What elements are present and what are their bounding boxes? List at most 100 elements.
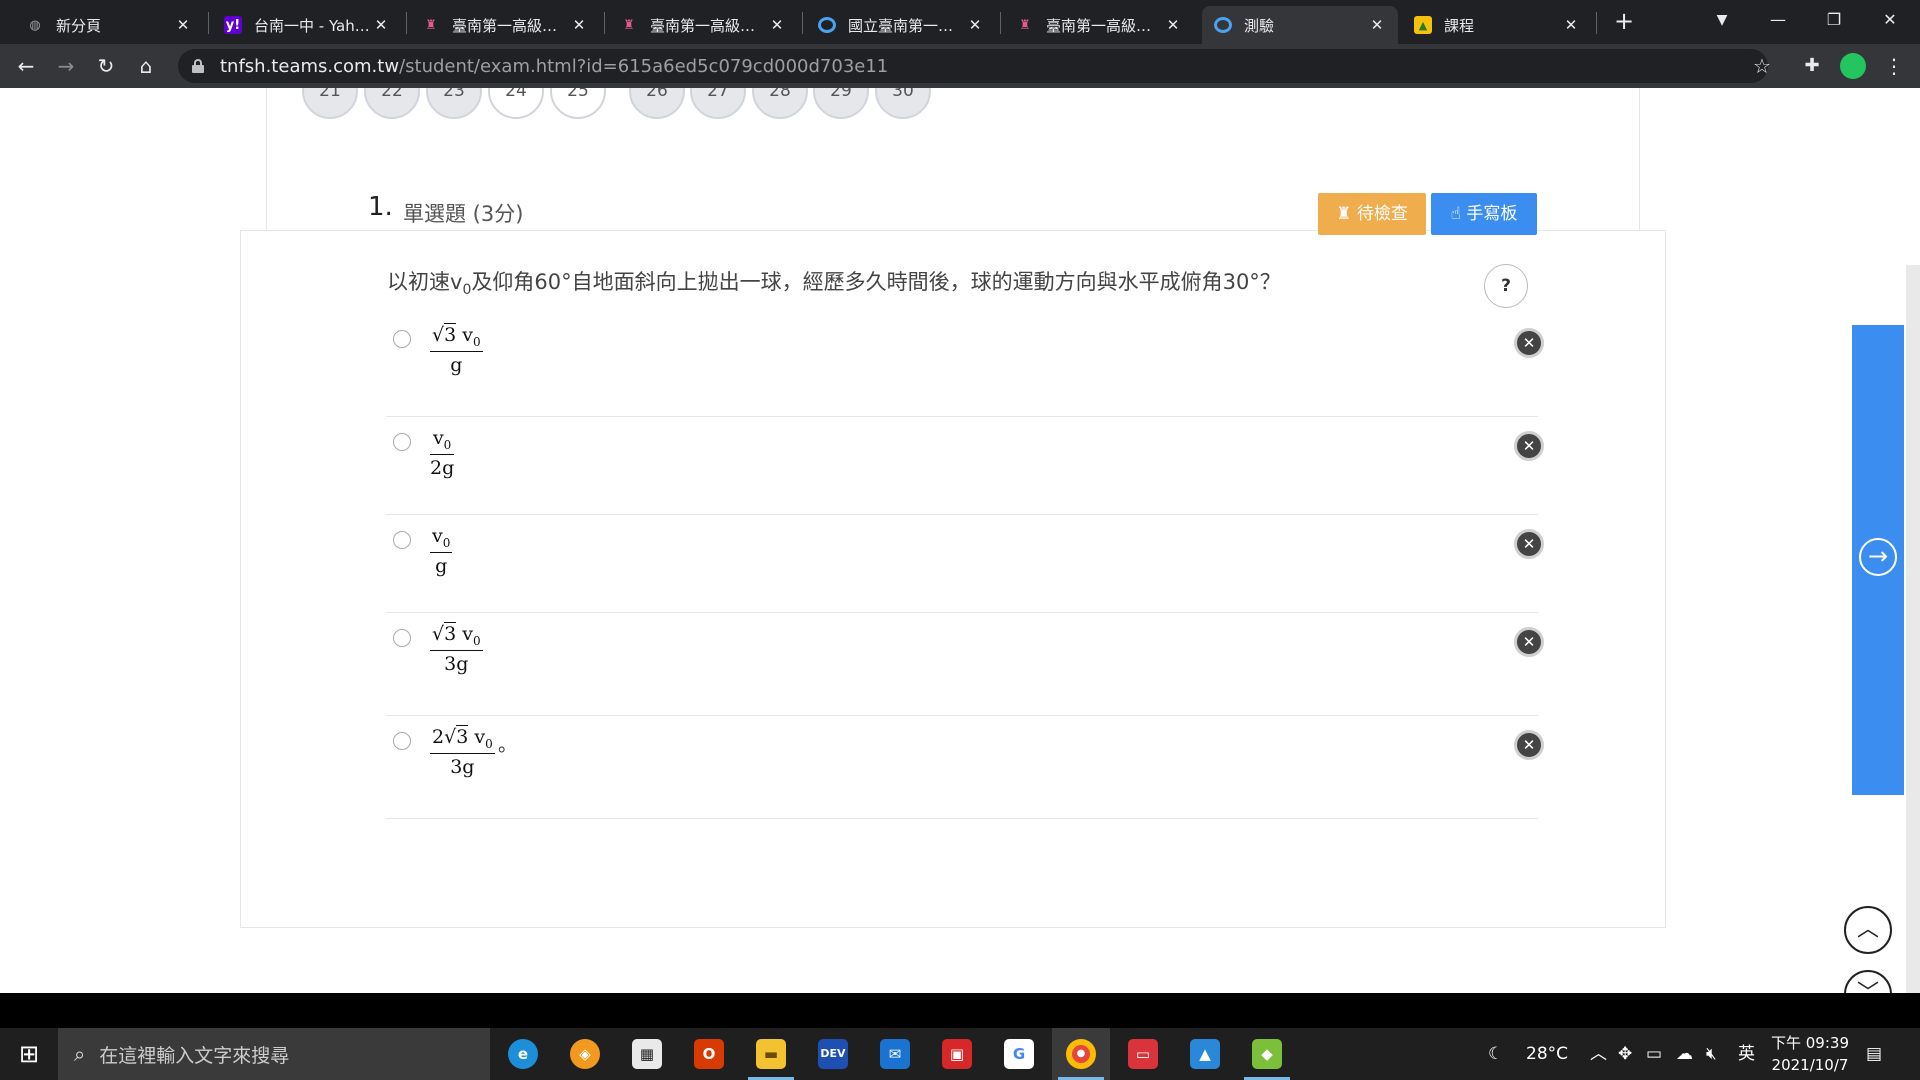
radicand: 3	[456, 725, 469, 748]
close-icon[interactable]: ✕	[174, 16, 192, 34]
dropbox-icon[interactable]: ✥	[1618, 1028, 1632, 1080]
tab-school-3[interactable]: ♜ 臺南第一高級中學 ✕	[1004, 6, 1194, 44]
answer-option-1[interactable]: √3 v0 g ✕	[386, 318, 1544, 417]
tab-separator	[1596, 12, 1597, 34]
system-clock[interactable]: 下午 09:39 2021/10/7	[1766, 1032, 1854, 1076]
close-icon[interactable]: ✕	[768, 16, 786, 34]
close-icon[interactable]: ✕	[1164, 16, 1182, 34]
option-radio[interactable]	[393, 330, 411, 348]
pending-check-button[interactable]: ♜ 待檢查	[1318, 193, 1426, 235]
address-bar[interactable]: tnfsh.teams.com.tw/student/exam.html?id=…	[178, 49, 1768, 83]
file-explorer-icon[interactable]: ▬	[742, 1028, 800, 1080]
eliminate-option-icon[interactable]: ✕	[1514, 431, 1544, 461]
scroll-down-button[interactable]: ﹀	[1844, 970, 1892, 993]
close-icon[interactable]: ✕	[966, 16, 984, 34]
answer-option-3[interactable]: v0 g ✕	[386, 515, 1544, 613]
office-icon[interactable]: O	[680, 1028, 738, 1080]
window-close-button[interactable]: ✕	[1862, 0, 1918, 40]
coef: 2	[432, 726, 445, 748]
page-scrollbar[interactable]	[1906, 265, 1920, 993]
photos-icon[interactable]: ▲	[1176, 1028, 1234, 1080]
new-tab-button[interactable]: +	[1610, 6, 1638, 36]
windows-taskbar: ⊞ ⌕ 在這裡輸入文字來搜尋 e ◈ ▦ O ▬ DEV ✉ ▣ G ● ▭ ▲…	[0, 1028, 1920, 1080]
home-icon[interactable]: ⌂	[130, 50, 162, 82]
layers-app-icon[interactable]: ◆	[1238, 1028, 1296, 1080]
url-host: tnfsh.teams.com.tw	[220, 55, 400, 77]
weather-moon-icon[interactable]: ☾	[1488, 1028, 1503, 1080]
gift-app-icon[interactable]: ▣	[928, 1028, 986, 1080]
close-icon[interactable]: ✕	[1562, 16, 1580, 34]
bookmark-star-icon[interactable]: ☆	[1746, 50, 1778, 82]
help-button[interactable]: ?	[1484, 264, 1528, 308]
denominator: 2g	[430, 456, 455, 479]
close-icon[interactable]: ✕	[372, 16, 390, 34]
answer-option-4[interactable]: √3 v0 3g ✕	[386, 613, 1544, 716]
close-icon[interactable]: ✕	[1368, 16, 1386, 34]
eliminate-option-icon[interactable]: ✕	[1514, 627, 1544, 657]
battery-icon[interactable]: ▭	[1646, 1028, 1662, 1080]
tab-title: 臺南第一高級中學	[650, 16, 768, 35]
ime-indicator[interactable]: 英	[1738, 1028, 1755, 1080]
option-radio[interactable]	[393, 433, 411, 451]
eliminate-option-icon[interactable]: ✕	[1514, 529, 1544, 559]
mail-icon[interactable]: ✉	[866, 1028, 924, 1080]
store-icon[interactable]: ▦	[618, 1028, 676, 1080]
onedrive-cloud-icon[interactable]: ☁	[1676, 1028, 1693, 1080]
menu-kebab-icon[interactable]: ⋮	[1878, 50, 1910, 82]
tray-expand-icon[interactable]: ︿	[1590, 1028, 1607, 1080]
tab-search-icon[interactable]: ▼	[1694, 0, 1750, 40]
taskbar-search-box[interactable]: ⌕ 在這裡輸入文字來搜尋	[58, 1028, 490, 1080]
close-icon[interactable]: ✕	[570, 16, 588, 34]
dev-app-icon[interactable]: DEV	[804, 1028, 862, 1080]
variable-subscript: 0	[472, 334, 481, 349]
edge-icon[interactable]: e	[494, 1028, 552, 1080]
profile-avatar[interactable]	[1840, 53, 1866, 79]
tab-title: 新分頁	[56, 16, 102, 35]
handwriting-pad-button[interactable]: ☝ 手寫板	[1431, 193, 1537, 235]
scroll-up-button[interactable]: ︿	[1844, 906, 1892, 954]
next-arrow-icon[interactable]: →	[1859, 538, 1897, 576]
vpn-shield-icon[interactable]: ◈	[556, 1028, 614, 1080]
restore-button[interactable]: ❐	[1806, 0, 1862, 40]
eliminate-option-icon[interactable]: ✕	[1514, 328, 1544, 358]
search-icon: ⌕	[74, 1042, 86, 1066]
tab-yahoo[interactable]: y! 台南一中 - Yahoo ✕	[212, 6, 402, 44]
variable: v	[462, 623, 473, 645]
minimize-button[interactable]: —	[1750, 0, 1806, 40]
back-arrow-icon[interactable]: ←	[10, 50, 42, 82]
browser-tab-strip: ◍ 新分頁 ✕ y! 台南一中 - Yahoo ✕ ♜ 臺南第一高級中學 ✕ ♜…	[0, 0, 1920, 44]
course-icon: ▲	[1414, 16, 1432, 34]
stem-before: 以初速v	[387, 270, 463, 294]
presentation-app-icon[interactable]: ▭	[1114, 1028, 1172, 1080]
windows-start-icon[interactable]: ⊞	[0, 1028, 58, 1080]
weather-temperature[interactable]: 28°C	[1526, 1028, 1568, 1080]
radicand: 3	[444, 323, 457, 346]
tab-separator	[604, 12, 605, 34]
option-formula: 2√3 v0 3g	[430, 725, 495, 778]
answer-option-5[interactable]: 2√3 v0 3g 。 ✕	[386, 716, 1544, 819]
tab-school-1[interactable]: ♜ 臺南第一高級中學 ✕	[410, 6, 600, 44]
tab-teams-1[interactable]: 國立臺南第一高級 ✕	[806, 6, 996, 44]
tab-course[interactable]: ▲ 課程 ✕	[1402, 6, 1592, 44]
chrome-icon[interactable]: ●	[1052, 1028, 1110, 1080]
tab-title: 課程	[1444, 16, 1475, 35]
notification-center-icon[interactable]: ▤	[1866, 1028, 1882, 1080]
option-formula: √3 v0 g	[430, 323, 483, 376]
tab-new-tab[interactable]: ◍ 新分頁 ✕	[14, 6, 204, 44]
eliminate-option-icon[interactable]: ✕	[1514, 730, 1544, 760]
variable-subscript: 0	[485, 736, 493, 751]
volume-muted-icon[interactable]: 🔇︎	[1706, 1028, 1717, 1080]
option-radio[interactable]	[393, 629, 411, 647]
option-radio[interactable]	[393, 732, 411, 750]
google-icon[interactable]: G	[990, 1028, 1048, 1080]
tab-exam[interactable]: 測驗 ✕	[1202, 6, 1398, 44]
forward-arrow-icon[interactable]: →	[50, 50, 82, 82]
tab-school-2[interactable]: ♜ 臺南第一高級中學 ✕	[608, 6, 798, 44]
variable: v	[474, 726, 486, 748]
answer-option-2[interactable]: v0 2g ✕	[386, 417, 1544, 515]
reload-icon[interactable]: ↻	[90, 50, 122, 82]
variable-subscript: 0	[443, 437, 452, 452]
extensions-icon[interactable]: ✚	[1796, 50, 1828, 82]
option-formula: v0 g	[430, 525, 453, 577]
option-radio[interactable]	[393, 531, 411, 549]
